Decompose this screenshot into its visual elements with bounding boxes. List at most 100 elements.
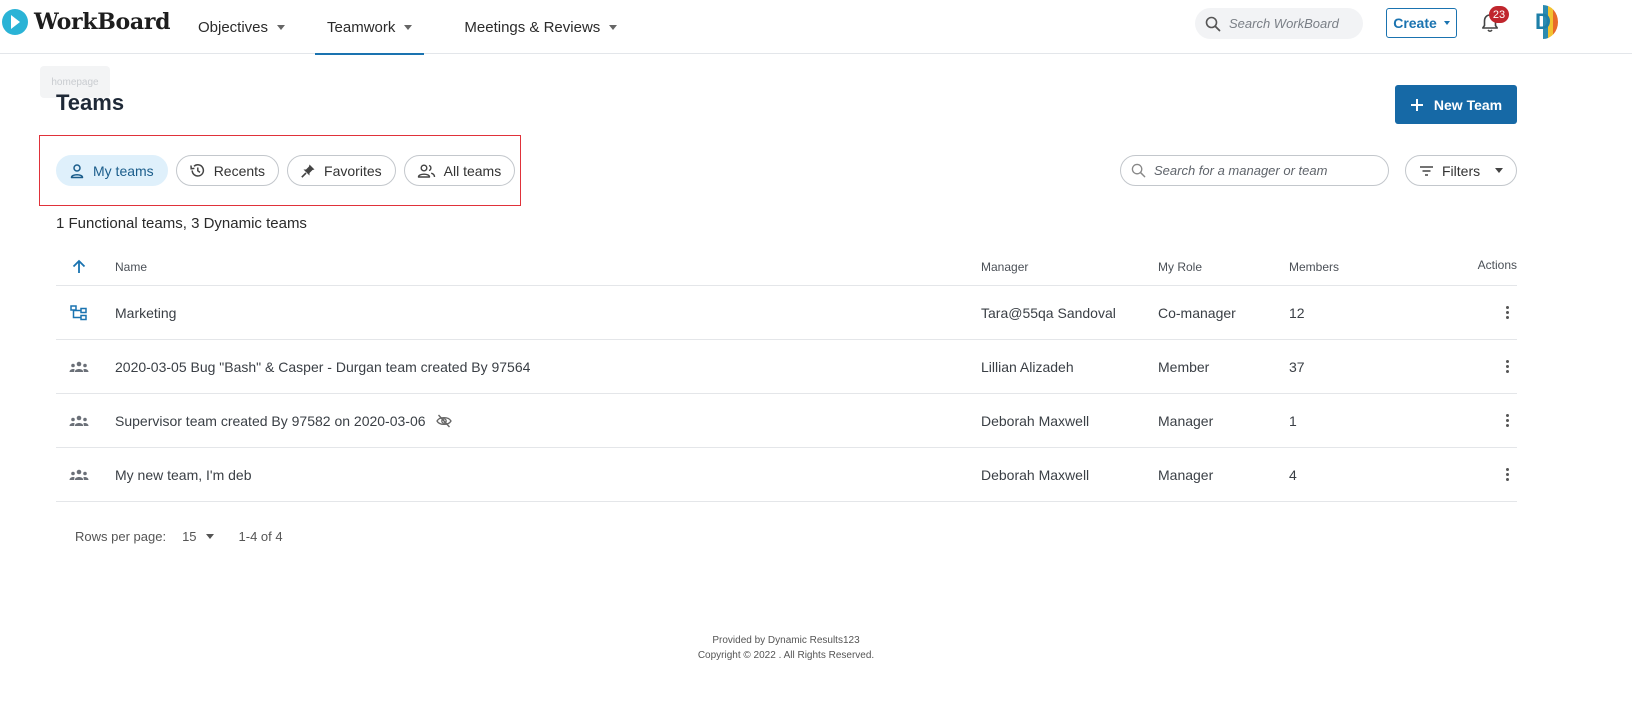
- history-icon: [189, 164, 204, 177]
- nav-objectives[interactable]: Objectives: [198, 0, 286, 54]
- team-members: 1: [1289, 412, 1297, 429]
- dynamic-team-icon: [68, 448, 90, 501]
- row-actions-cell: [1474, 448, 1517, 501]
- chip-label: Favorites: [324, 162, 382, 179]
- nav-teamwork[interactable]: Teamwork: [315, 0, 425, 55]
- filter-icon: [1420, 165, 1433, 176]
- team-manager: Deborah Maxwell: [981, 466, 1090, 483]
- team-role: Manager: [1158, 412, 1214, 429]
- table-row[interactable]: Marketing Tara@55qa Sandoval Co-manager …: [56, 286, 1517, 340]
- workboard-logo[interactable]: WorkBoard: [2, 9, 171, 35]
- dynamic-team-icon: [68, 394, 90, 447]
- dynamic-team-icon: [68, 340, 90, 393]
- create-button-label: Create: [1393, 15, 1437, 31]
- header-role[interactable]: My Role: [1158, 248, 1202, 285]
- more-vertical-icon[interactable]: [1497, 303, 1517, 323]
- chevron-down-icon: [404, 24, 413, 30]
- filters-button[interactable]: Filters: [1405, 155, 1517, 186]
- chip-recents[interactable]: Recents: [175, 155, 280, 186]
- search-icon: [1205, 16, 1221, 31]
- pin-icon: [301, 164, 315, 178]
- avatar[interactable]: D: [1528, 5, 1558, 39]
- team-manager: Deborah Maxwell: [981, 412, 1090, 429]
- team-name-link[interactable]: My new team, I'm deb: [115, 448, 252, 501]
- row-actions-cell: [1474, 286, 1517, 339]
- rows-per-page-label: Rows per page:: [75, 529, 167, 544]
- team-role: Manager: [1158, 466, 1214, 483]
- chip-label: Recents: [213, 162, 266, 179]
- chip-all-teams[interactable]: All teams: [403, 155, 516, 186]
- chevron-down-icon: [277, 24, 286, 30]
- teams-summary: 1 Functional teams, 3 Dynamic teams: [56, 215, 307, 232]
- team-role: Member: [1158, 358, 1210, 375]
- brand-name: WorkBoard: [34, 9, 171, 35]
- new-team-button[interactable]: New Team: [1395, 85, 1517, 124]
- workboard-logo-icon: [2, 9, 28, 35]
- people-icon: [417, 164, 435, 178]
- chip-my-teams[interactable]: My teams: [56, 155, 168, 186]
- main-nav: Objectives Teamwork Meetings & Reviews: [198, 0, 618, 55]
- new-team-label: New Team: [1433, 96, 1503, 113]
- top-navigation-bar: WorkBoard Objectives Teamwork Meetings &…: [0, 0, 1632, 55]
- page-title: Teams: [56, 90, 125, 115]
- nav-objectives-label: Objectives: [198, 18, 269, 36]
- team-manager: Tara@55qa Sandoval: [981, 304, 1116, 321]
- team-name: Marketing: [115, 304, 177, 321]
- rows-per-page-value: 15: [182, 529, 197, 544]
- table-row[interactable]: 2020-03-05 Bug "Bash" & Casper - Durgan …: [56, 340, 1517, 394]
- filters-label: Filters: [1442, 162, 1481, 179]
- create-button[interactable]: Create: [1386, 8, 1457, 38]
- pagination-range: 1-4 of 4: [238, 529, 283, 544]
- team-search-input[interactable]: [1154, 163, 1374, 178]
- footer-provider: Provided by Dynamic Results123: [712, 635, 860, 646]
- table-header: Name Manager My Role Members Actions: [56, 248, 1517, 286]
- chip-label: All teams: [443, 162, 502, 179]
- team-members: 12: [1289, 304, 1305, 321]
- rows-per-page-select[interactable]: 15: [182, 529, 214, 544]
- search-icon: [1131, 163, 1146, 178]
- arrow-up-icon: [72, 259, 86, 273]
- footer-copyright: Copyright © 2022 . All Rights Reserved.: [697, 650, 875, 661]
- nav-meetings-label: Meetings & Reviews: [464, 18, 601, 36]
- more-vertical-icon[interactable]: [1497, 357, 1517, 377]
- more-vertical-icon[interactable]: [1497, 411, 1517, 431]
- team-name-link[interactable]: Supervisor team created By 97582 on 2020…: [115, 394, 452, 447]
- team-name: 2020-03-05 Bug "Bash" & Casper - Durgan …: [115, 358, 531, 375]
- nav-meetings-reviews[interactable]: Meetings & Reviews: [464, 0, 618, 54]
- plus-icon: [1410, 98, 1423, 111]
- header-members[interactable]: Members: [1289, 248, 1339, 285]
- team-role: Co-manager: [1158, 304, 1236, 321]
- team-members: 4: [1289, 466, 1297, 483]
- team-search[interactable]: [1120, 155, 1389, 186]
- team-view-chips: My teams Recents Favorites All teams: [56, 155, 516, 186]
- header-actions: Actions: [1477, 257, 1517, 272]
- chip-label: My teams: [93, 162, 154, 179]
- person-icon: [70, 163, 84, 178]
- row-actions-cell: [1474, 394, 1517, 447]
- row-actions-cell: [1474, 340, 1517, 393]
- team-name: My new team, I'm deb: [115, 466, 252, 483]
- team-manager: Lillian Alizadeh: [981, 358, 1074, 375]
- chip-favorites[interactable]: Favorites: [287, 155, 396, 186]
- notification-badge: 23: [1489, 6, 1509, 23]
- header-name[interactable]: Name: [115, 248, 147, 285]
- eye-off-icon: [435, 414, 452, 427]
- global-search[interactable]: [1195, 8, 1363, 39]
- chevron-down-icon: [609, 24, 618, 30]
- team-name: Supervisor team created By 97582 on 2020…: [115, 412, 426, 429]
- more-vertical-icon[interactable]: [1497, 465, 1517, 485]
- chevron-down-icon: [205, 534, 214, 539]
- sort-ascending-button[interactable]: [68, 248, 90, 285]
- nav-teamwork-label: Teamwork: [327, 18, 396, 36]
- team-name-link[interactable]: 2020-03-05 Bug "Bash" & Casper - Durgan …: [115, 340, 530, 393]
- teams-table: Name Manager My Role Members Actions Mar…: [56, 248, 1517, 502]
- header-manager[interactable]: Manager: [981, 248, 1028, 285]
- footer: Provided by Dynamic Results123 Copyright…: [0, 633, 1572, 663]
- table-row[interactable]: My new team, I'm deb Deborah Maxwell Man…: [56, 448, 1517, 502]
- team-name-link[interactable]: Marketing: [115, 286, 176, 339]
- functional-team-icon: [68, 286, 90, 339]
- table-row[interactable]: Supervisor team created By 97582 on 2020…: [56, 394, 1517, 448]
- global-search-input[interactable]: [1229, 16, 1359, 31]
- avatar-initial: D: [1535, 9, 1551, 34]
- pagination: Rows per page: 15 1-4 of 4: [75, 529, 283, 544]
